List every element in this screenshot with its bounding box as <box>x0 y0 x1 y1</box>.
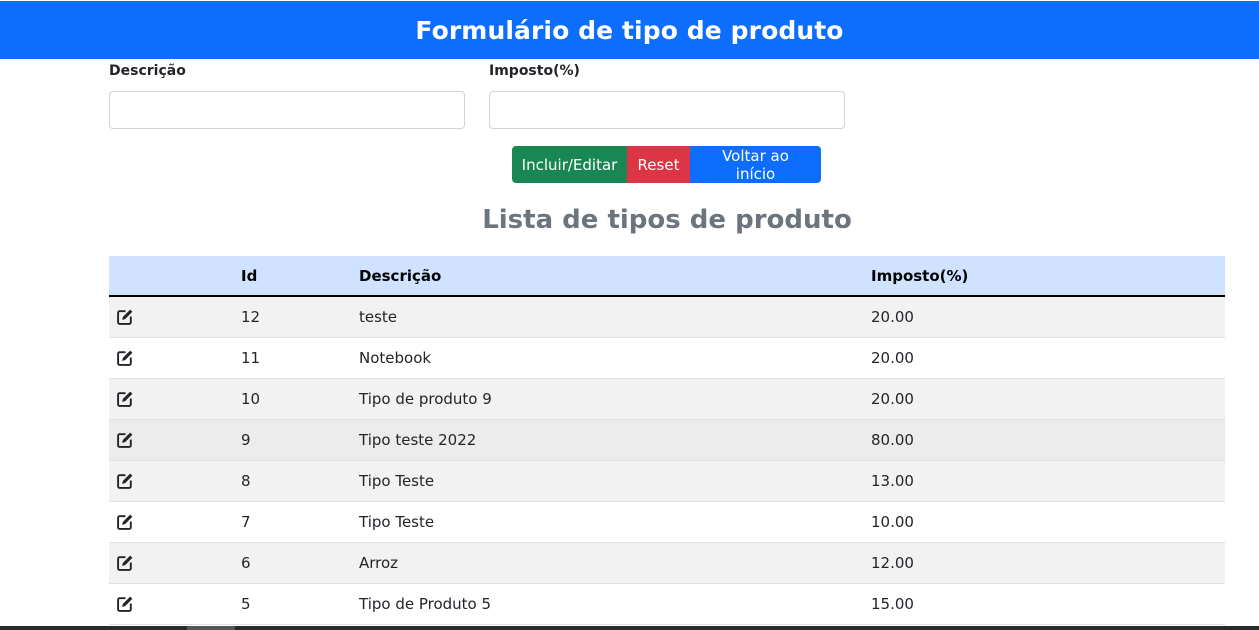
row-actions <box>109 501 241 542</box>
cell-imposto: 13.00 <box>871 471 914 490</box>
back-home-button[interactable]: Voltar ao início <box>690 146 821 183</box>
column-header-imposto: Imposto(%) <box>871 266 969 285</box>
edit-icon[interactable] <box>116 554 134 572</box>
descricao-label: Descrição <box>109 63 186 79</box>
cell-descricao: Tipo Teste <box>359 471 435 490</box>
table-header-row: Id Descrição Imposto(%) <box>109 256 1225 296</box>
imposto-input[interactable] <box>489 91 845 129</box>
column-header-actions <box>109 256 241 296</box>
table-row: 9 Tipo teste 2022 80.00 <box>109 419 1225 460</box>
descricao-input[interactable] <box>109 91 465 129</box>
column-header-descricao: Descrição <box>359 266 442 285</box>
cell-id: 7 <box>241 512 251 531</box>
reset-button[interactable]: Reset <box>627 146 690 183</box>
include-edit-button[interactable]: Incluir/Editar <box>512 146 627 183</box>
table-row: 11 Notebook 20.00 <box>109 337 1225 378</box>
cell-id: 6 <box>241 553 251 572</box>
cell-descricao: Tipo teste 2022 <box>359 430 477 449</box>
cell-imposto: 20.00 <box>871 389 914 408</box>
edit-icon[interactable] <box>116 349 134 367</box>
edit-icon[interactable] <box>116 431 134 449</box>
row-actions <box>109 296 241 337</box>
table-row: 8 Tipo Teste 13.00 <box>109 460 1225 501</box>
cell-id: 5 <box>241 594 251 613</box>
cell-id: 8 <box>241 471 251 490</box>
cell-imposto: 15.00 <box>871 594 914 613</box>
table-body: 12 teste 20.00 11 Notebook 20.00 10 Tipo… <box>109 296 1225 624</box>
page-header: Formulário de tipo de produto <box>0 1 1259 59</box>
cell-id: 11 <box>241 348 261 367</box>
table-row: 12 teste 20.00 <box>109 296 1225 337</box>
cell-imposto: 20.00 <box>871 307 914 326</box>
table-row: 10 Tipo de produto 9 20.00 <box>109 378 1225 419</box>
cell-id: 12 <box>241 307 261 326</box>
cell-descricao: Notebook <box>359 348 432 367</box>
horizontal-scrollbar[interactable] <box>0 626 1259 630</box>
form-button-group: Incluir/Editar Reset Voltar ao início <box>512 146 821 183</box>
table-row: 6 Arroz 12.00 <box>109 542 1225 583</box>
imposto-label: Imposto(%) <box>489 63 580 79</box>
cell-id: 9 <box>241 430 251 449</box>
cell-descricao: Arroz <box>359 553 399 572</box>
row-actions <box>109 583 241 624</box>
cell-imposto: 80.00 <box>871 430 914 449</box>
table-row: 7 Tipo Teste 10.00 <box>109 501 1225 542</box>
row-actions <box>109 378 241 419</box>
row-actions <box>109 542 241 583</box>
row-actions <box>109 419 241 460</box>
cell-imposto: 10.00 <box>871 512 914 531</box>
page-title: Formulário de tipo de produto <box>415 15 844 45</box>
row-actions <box>109 337 241 378</box>
cell-descricao: Tipo de produto 9 <box>359 389 492 408</box>
product-type-table: Id Descrição Imposto(%) 12 teste 20.00 1… <box>109 256 1225 625</box>
edit-icon[interactable] <box>116 595 134 613</box>
cell-imposto: 20.00 <box>871 348 914 367</box>
list-title: Lista de tipos de produto <box>482 205 852 235</box>
edit-icon[interactable] <box>116 390 134 408</box>
cell-descricao: Tipo de Produto 5 <box>359 594 492 613</box>
edit-icon[interactable] <box>116 513 134 531</box>
column-header-id: Id <box>241 266 258 285</box>
table-row: 5 Tipo de Produto 5 15.00 <box>109 583 1225 624</box>
row-actions <box>109 460 241 501</box>
cell-imposto: 12.00 <box>871 553 914 572</box>
scrollbar-thumb[interactable] <box>187 626 235 630</box>
edit-icon[interactable] <box>116 472 134 490</box>
product-type-table-container: Id Descrição Imposto(%) 12 teste 20.00 1… <box>109 256 1225 625</box>
cell-id: 10 <box>241 389 261 408</box>
cell-descricao: teste <box>359 307 398 326</box>
edit-icon[interactable] <box>116 308 134 326</box>
cell-descricao: Tipo Teste <box>359 512 435 531</box>
